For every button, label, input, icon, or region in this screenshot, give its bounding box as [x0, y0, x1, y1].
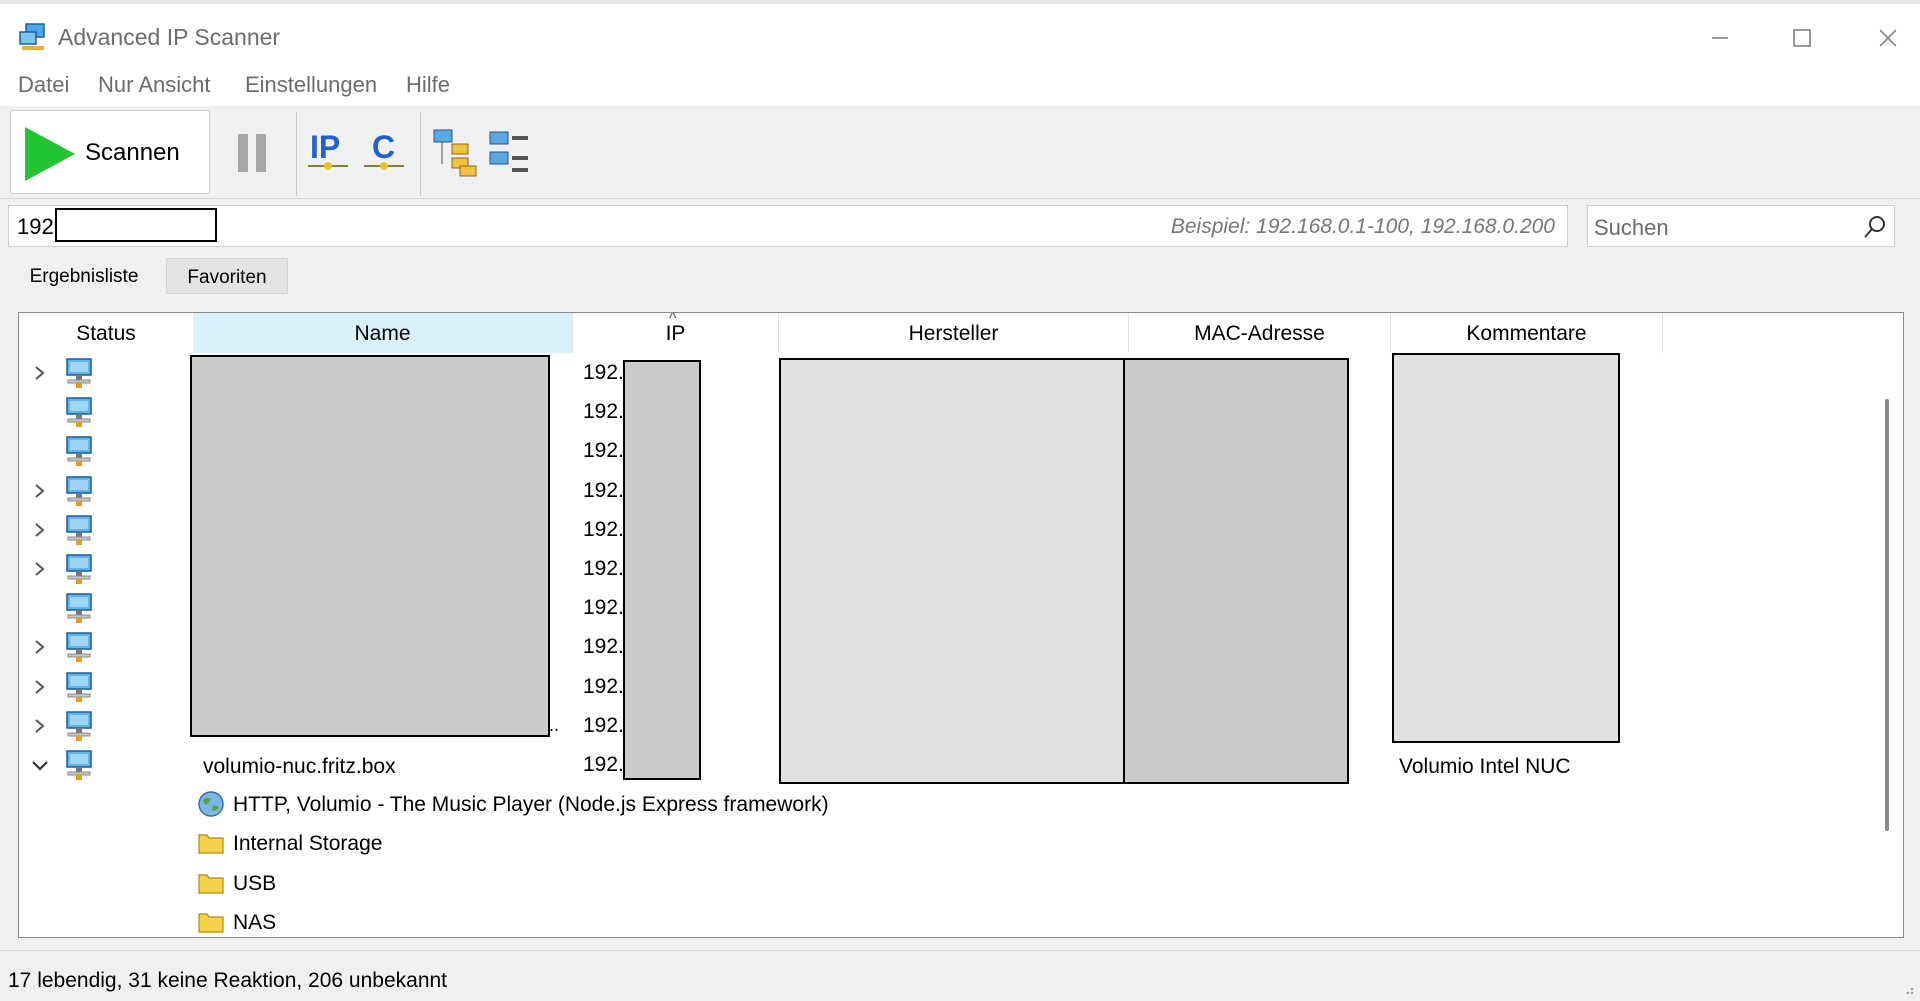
service-label: NAS	[233, 910, 277, 934]
ip-address: 192.	[583, 635, 624, 659]
window-title: Advanced IP Scanner	[58, 24, 281, 50]
column-hersteller[interactable]: Hersteller	[779, 313, 1129, 353]
ip-address: 192.	[583, 439, 624, 463]
column-status[interactable]: Status	[19, 313, 193, 353]
network-scanner-icon	[19, 23, 45, 50]
service-label: HTTP, Volumio - The Music Player (Node.j…	[233, 793, 829, 817]
chevron-right-icon[interactable]	[31, 637, 49, 657]
redacted-ip-column	[623, 360, 701, 780]
maximize-icon	[1793, 29, 1811, 47]
maximize-button[interactable]	[1772, 18, 1832, 58]
redacted-hersteller	[779, 358, 1125, 784]
close-icon	[1879, 29, 1897, 47]
service-item[interactable]: HTTP, Volumio - The Music Player (Node.j…	[197, 786, 1097, 825]
ip-address: 192.	[583, 361, 624, 384]
chevron-right-icon[interactable]	[31, 520, 49, 540]
column-kommentare[interactable]: Kommentare	[1391, 313, 1663, 353]
chevron-down-icon[interactable]	[31, 755, 49, 775]
ip-address: 192.	[583, 753, 624, 776]
redacted-mac-addresses	[1123, 358, 1349, 784]
service-item[interactable]: USB	[197, 865, 1097, 904]
search-icon[interactable]	[1862, 214, 1888, 240]
redacted-names	[190, 355, 550, 737]
globe-icon	[198, 791, 224, 817]
scan-button[interactable]: Scannen	[10, 110, 210, 194]
ip-address: 192.	[583, 400, 624, 424]
toolbar-separator	[296, 112, 297, 196]
computer-icon	[66, 750, 92, 780]
computer-icon	[66, 593, 92, 624]
menu-bar: Datei Nur Ansicht Einstellungen Hilfe	[0, 68, 1920, 106]
ip-address: 192.	[583, 557, 624, 580]
svg-text:IP: IP	[310, 129, 340, 165]
search-input[interactable]: Suchen	[1587, 205, 1895, 247]
menu-nur-ansicht[interactable]: Nur Ansicht	[98, 72, 211, 98]
ip-address: 192.	[583, 674, 624, 698]
service-label: USB	[233, 871, 277, 895]
column-mac-adresse[interactable]: MAC-Adresse	[1129, 313, 1391, 353]
tab-favorites[interactable]: Favoriten	[166, 258, 288, 294]
computer-icon	[66, 475, 92, 506]
ip-address: 192.	[583, 517, 624, 541]
ip-address: 192.	[583, 713, 624, 737]
computer-icon	[66, 554, 92, 584]
computer-icon	[66, 358, 92, 388]
service-item[interactable]: NAS	[197, 904, 1097, 937]
chevron-right-icon[interactable]	[31, 716, 49, 736]
play-icon	[25, 127, 75, 181]
redacted-comments	[1392, 353, 1620, 743]
computer-icon	[66, 515, 92, 545]
toolbar: Scannen IP C	[0, 106, 1920, 199]
service-item[interactable]: Internal Storage	[197, 825, 1097, 864]
ip-range-example: Beispiel: 192.168.0.1-100, 192.168.0.200	[1170, 215, 1555, 238]
ip-address: 192.	[583, 478, 624, 502]
chevron-right-icon[interactable]	[31, 363, 49, 383]
search-placeholder: Suchen	[1594, 215, 1669, 240]
service-label: Internal Storage	[233, 832, 383, 856]
ip-range-input[interactable]: 192 Beispiel: 192.168.0.1-100, 192.168.0…	[8, 205, 1568, 247]
chevron-right-icon[interactable]	[31, 677, 49, 697]
c-tool-icon[interactable]: C	[362, 124, 408, 178]
vertical-scrollbar[interactable]	[1885, 399, 1889, 831]
folder-icon	[198, 913, 224, 933]
chevron-right-icon[interactable]	[31, 559, 49, 579]
chevron-right-icon[interactable]	[31, 481, 49, 501]
toolbar-separator	[420, 112, 421, 196]
svg-text:C: C	[372, 129, 395, 165]
scan-status-text: 17 lebendig, 31 keine Reaktion, 206 unbe…	[8, 969, 448, 992]
sort-ascending-icon: ^	[669, 312, 677, 327]
status-bar: 17 lebendig, 31 keine Reaktion, 206 unbe…	[0, 950, 1920, 1001]
results-list[interactable]: Status Name IP Hersteller MAC-Adresse Ko…	[18, 312, 1904, 938]
collapse-all-icon[interactable]	[488, 124, 534, 178]
menu-datei[interactable]: Datei	[18, 72, 69, 98]
close-button[interactable]	[1858, 18, 1918, 58]
folder-icon	[198, 834, 224, 854]
computer-icon	[66, 397, 92, 428]
tab-results[interactable]: Ergebnisliste	[14, 258, 154, 294]
menu-einstellungen[interactable]: Einstellungen	[245, 72, 377, 98]
expand-all-icon[interactable]	[432, 124, 478, 178]
ip-tool-icon[interactable]: IP	[306, 124, 352, 178]
device-comment: Volumio Intel NUC	[1399, 755, 1571, 778]
folder-icon	[198, 873, 224, 894]
computer-icon	[66, 711, 92, 741]
computer-icon	[66, 632, 92, 663]
minimize-button[interactable]	[1690, 18, 1750, 58]
device-name: volumio-nuc.fritz.box	[203, 755, 396, 778]
computer-icon	[66, 671, 92, 702]
truncation-mark: ..	[549, 715, 560, 735]
minimize-icon	[1712, 37, 1728, 39]
computer-icon	[66, 436, 92, 467]
title-bar: Advanced IP Scanner	[0, 0, 1920, 68]
ip-range-value: 192	[17, 214, 54, 239]
pause-button[interactable]	[232, 130, 272, 176]
ip-address: 192.	[583, 596, 624, 620]
menu-hilfe[interactable]: Hilfe	[406, 72, 450, 98]
redacted-ip-range	[55, 208, 217, 242]
scan-button-label: Scannen	[85, 139, 180, 166]
column-name[interactable]: Name	[193, 313, 573, 353]
resize-grip-icon[interactable]	[1902, 983, 1914, 995]
